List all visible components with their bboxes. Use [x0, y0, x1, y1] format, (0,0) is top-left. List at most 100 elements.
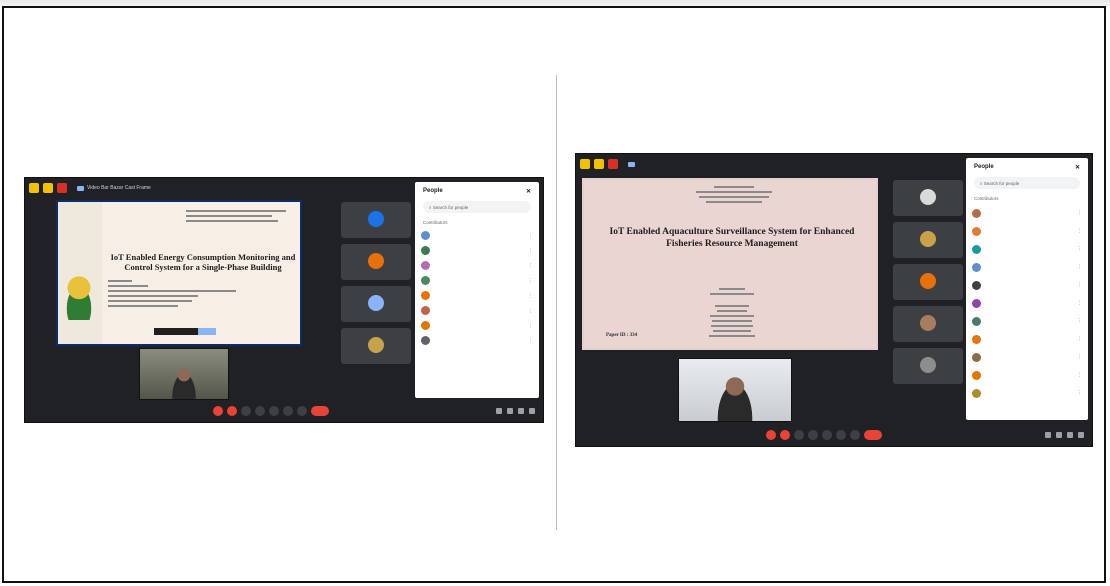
more-vert-icon[interactable]: ⋮: [528, 323, 533, 329]
more-vert-icon[interactable]: ⋮: [1077, 336, 1082, 342]
captions-button[interactable]: [241, 406, 251, 416]
activities-icon[interactable]: [529, 408, 535, 414]
participant-row[interactable]: ⋮: [972, 294, 1082, 312]
more-options-button[interactable]: [297, 406, 307, 416]
chat-icon[interactable]: [1067, 432, 1073, 438]
captions-button[interactable]: [794, 430, 804, 440]
activities-icon[interactable]: [1078, 432, 1084, 438]
participant-tile[interactable]: [893, 348, 963, 384]
more-vert-icon[interactable]: ⋮: [528, 278, 533, 284]
slide-blue-bar: [198, 328, 216, 335]
avatar: [972, 388, 981, 398]
people-search-input[interactable]: ⌕ Search for people: [423, 201, 531, 213]
close-button[interactable]: [608, 159, 618, 169]
raise-hand-button[interactable]: [836, 430, 846, 440]
present-button[interactable]: [822, 430, 832, 440]
avatar: [421, 231, 430, 240]
participant-row[interactable]: ⋮: [421, 303, 533, 318]
more-vert-icon[interactable]: ⋮: [1077, 210, 1082, 216]
participant-row[interactable]: ⋮: [421, 273, 533, 288]
more-vert-icon[interactable]: ⋮: [528, 248, 533, 254]
participant-row[interactable]: ⋮: [972, 312, 1082, 330]
camera-off-button[interactable]: [780, 430, 790, 440]
participant-row[interactable]: ⋮: [972, 366, 1082, 384]
close-icon[interactable]: ✕: [1075, 164, 1080, 171]
more-vert-icon[interactable]: ⋮: [1077, 300, 1082, 306]
participant-row[interactable]: ⋮: [972, 348, 1082, 366]
info-icon[interactable]: [496, 408, 502, 414]
participant-row[interactable]: ⋮: [421, 228, 533, 243]
participant-tile[interactable]: [893, 222, 963, 258]
people-icon[interactable]: [507, 408, 513, 414]
participant-tile[interactable]: [893, 306, 963, 342]
more-vert-icon[interactable]: ⋮: [528, 233, 533, 239]
close-icon[interactable]: ✕: [526, 188, 531, 195]
participant-row[interactable]: ⋮: [421, 258, 533, 273]
more-vert-icon[interactable]: ⋮: [528, 308, 533, 314]
more-vert-icon[interactable]: ⋮: [528, 263, 533, 269]
more-vert-icon[interactable]: ⋮: [1077, 372, 1082, 378]
people-icon[interactable]: [1056, 432, 1062, 438]
avatar: [421, 306, 430, 315]
participant-row[interactable]: ⋮: [421, 318, 533, 333]
mic-off-button[interactable]: [213, 406, 223, 416]
participant-row[interactable]: ⋮: [972, 204, 1082, 222]
minimize-button[interactable]: [29, 183, 39, 193]
more-options-button[interactable]: [850, 430, 860, 440]
present-button[interactable]: [269, 406, 279, 416]
participant-tile[interactable]: [893, 180, 963, 216]
people-panel: People ✕ ⌕ Search for people Contributor…: [415, 182, 539, 398]
more-vert-icon[interactable]: ⋮: [1077, 246, 1082, 252]
meeting-controls-bar: [576, 424, 1092, 446]
maximize-button[interactable]: [43, 183, 53, 193]
participant-tile[interactable]: [341, 286, 411, 322]
participant-row[interactable]: ⋮: [421, 243, 533, 258]
participant-row[interactable]: ⋮: [421, 288, 533, 303]
people-subheading: Contributors: [423, 220, 448, 225]
participant-tile[interactable]: [893, 264, 963, 300]
left-meeting-screenshot: Video Bar Bazar Cast Frame IoT Enabled E…: [25, 178, 543, 422]
more-vert-icon[interactable]: ⋮: [1077, 390, 1082, 396]
raise-hand-button[interactable]: [283, 406, 293, 416]
participant-tile[interactable]: [341, 244, 411, 280]
participant-row[interactable]: ⋮: [972, 276, 1082, 294]
participant-tile[interactable]: [341, 328, 411, 364]
avatar: [421, 276, 430, 285]
camera-off-button[interactable]: [227, 406, 237, 416]
participant-row[interactable]: ⋮: [972, 330, 1082, 348]
maximize-button[interactable]: [594, 159, 604, 169]
end-call-button[interactable]: [864, 430, 882, 440]
presentation-slide: IoT Enabled Energy Consumption Monitorin…: [56, 200, 302, 346]
participant-tiles: [893, 180, 963, 384]
more-vert-icon[interactable]: ⋮: [1077, 282, 1082, 288]
avatar: [421, 261, 430, 270]
participant-row[interactable]: ⋮: [972, 240, 1082, 258]
info-icon[interactable]: [1045, 432, 1051, 438]
participant-tile[interactable]: [341, 202, 411, 238]
presenter-camera-tile[interactable]: [139, 348, 229, 400]
reactions-button[interactable]: [808, 430, 818, 440]
more-vert-icon[interactable]: ⋮: [528, 293, 533, 299]
more-vert-icon[interactable]: ⋮: [1077, 318, 1082, 324]
people-search-input[interactable]: ⌕ Search for people: [974, 177, 1080, 189]
end-call-button[interactable]: [311, 406, 329, 416]
more-vert-icon[interactable]: ⋮: [1077, 228, 1082, 234]
avatar: [368, 337, 384, 353]
university-logo: [60, 274, 98, 320]
more-vert-icon[interactable]: ⋮: [1077, 354, 1082, 360]
participant-row[interactable]: ⋮: [972, 258, 1082, 276]
participant-row[interactable]: ⋮: [421, 333, 533, 348]
slide-author-lines: [702, 288, 762, 337]
reactions-button[interactable]: [255, 406, 265, 416]
minimize-button[interactable]: [580, 159, 590, 169]
chat-icon[interactable]: [518, 408, 524, 414]
more-vert-icon[interactable]: ⋮: [1077, 264, 1082, 270]
close-button[interactable]: [57, 183, 67, 193]
slide-header-lines: [186, 210, 286, 222]
participant-row[interactable]: ⋮: [972, 384, 1082, 402]
more-vert-icon[interactable]: ⋮: [528, 338, 533, 344]
presenter-camera-tile[interactable]: [678, 358, 792, 422]
participant-row[interactable]: ⋮: [972, 222, 1082, 240]
avatar: [972, 262, 981, 272]
mic-off-button[interactable]: [766, 430, 776, 440]
